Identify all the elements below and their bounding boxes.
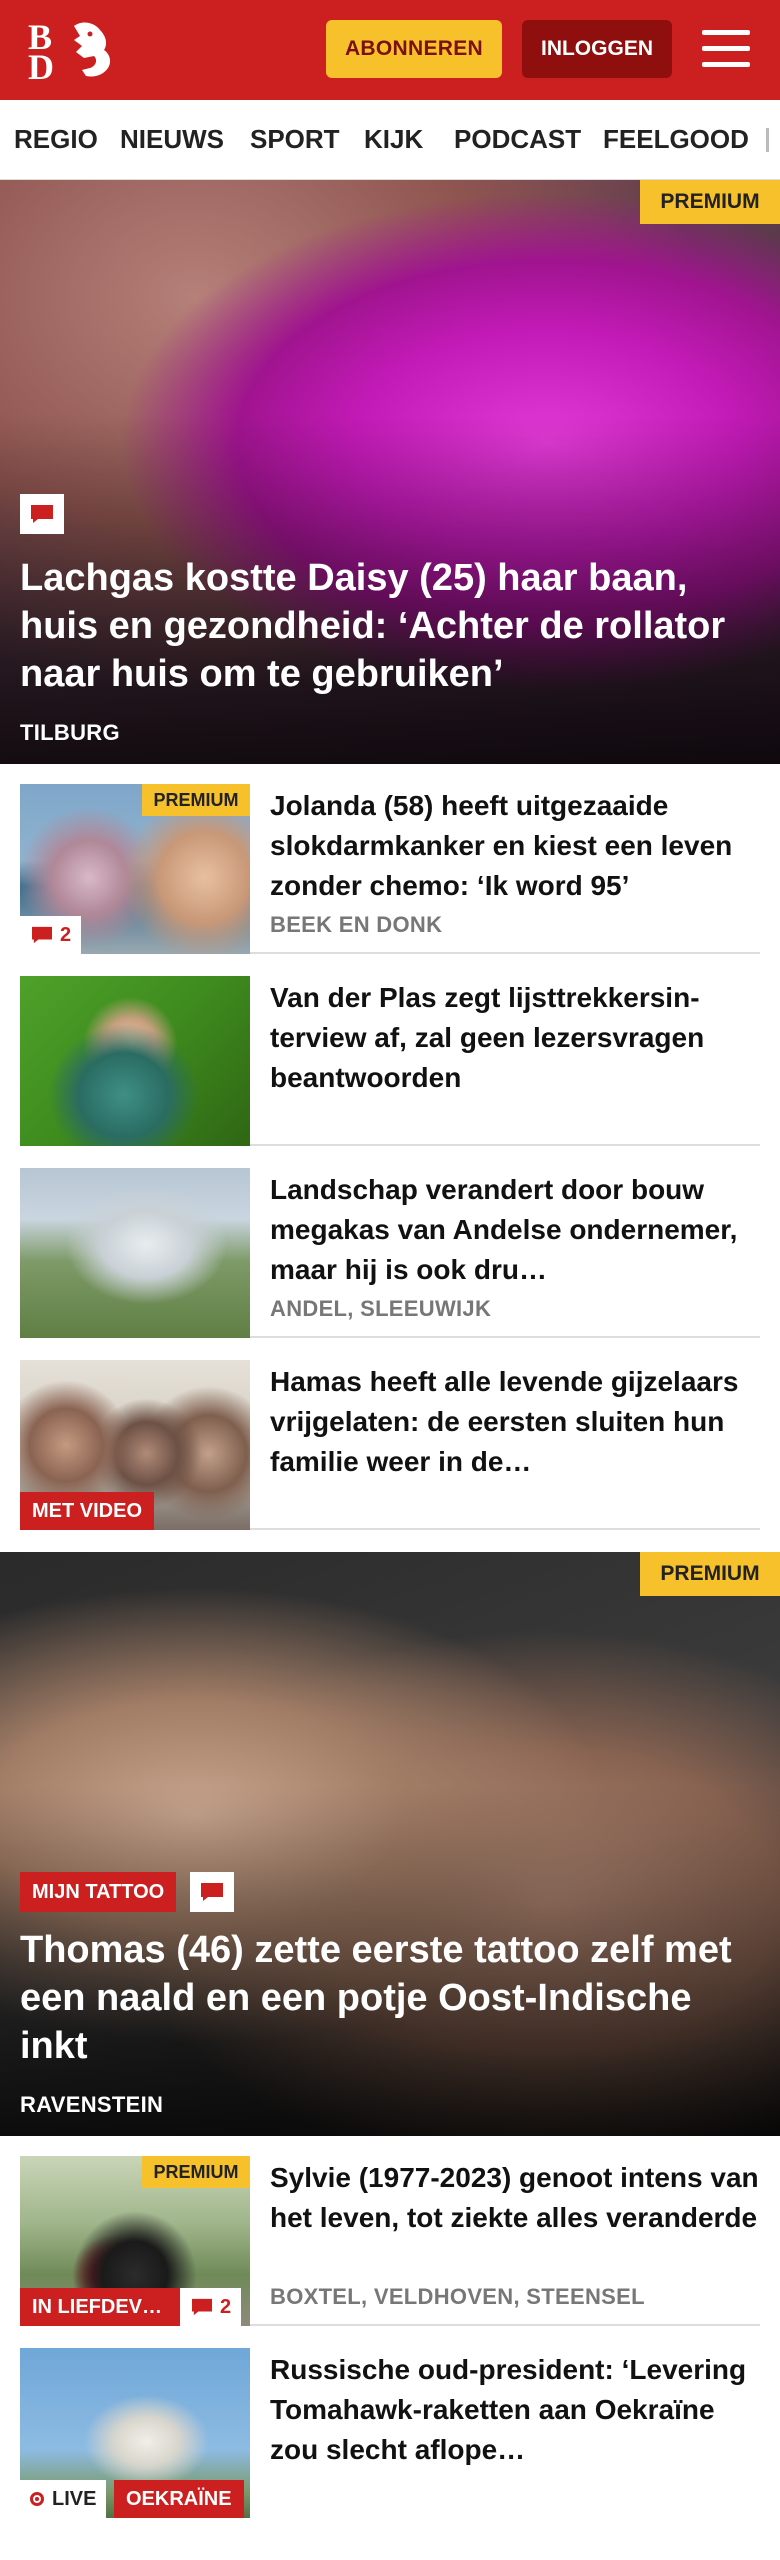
comment-icon — [190, 1872, 234, 1912]
hero-article-1[interactable]: PREMIUM Lachgas kostte Daisy (25) haar b… — [0, 180, 780, 764]
comment-count: 2 — [20, 916, 82, 954]
comment-icon — [20, 494, 64, 534]
comment-icon — [32, 926, 52, 944]
article-location: BEEK EN DONK — [270, 912, 443, 937]
article-thumbnail: PREMIUM 2 — [20, 784, 250, 954]
menu-icon[interactable] — [700, 26, 752, 72]
list-item[interactable]: Van der Plas zegt lijsttrekkersin­tervie… — [20, 976, 760, 1146]
nav-item-sport[interactable]: SPORT — [250, 124, 340, 155]
list-item[interactable]: Landschap verandert door bouw megakas va… — [20, 1168, 760, 1338]
site-logo[interactable]: B D — [24, 14, 120, 87]
login-button[interactable]: INLOGGEN — [522, 20, 672, 78]
live-tag: LIVE — [20, 2480, 107, 2518]
comment-icon — [192, 2298, 212, 2316]
nav-item-nieuws[interactable]: NIEUWS — [120, 124, 224, 155]
logo-letter-d: D — [28, 47, 54, 87]
list-item[interactable]: LIVE OEKRAÏNE Russische oud-president: ‘… — [20, 2348, 760, 2518]
nav-item-podcast[interactable]: PODCAST — [454, 124, 581, 155]
subscribe-button[interactable]: ABONNEREN — [326, 20, 502, 78]
hero-location: TILBURG — [20, 720, 120, 745]
premium-badge: PREMIUM — [142, 784, 250, 816]
nav-item-feelgood[interactable]: FEELGOOD — [603, 124, 749, 155]
article-thumbnail: MET VIDEO — [20, 1360, 250, 1530]
article-thumbnail — [20, 1168, 250, 1338]
nav-item-regio[interactable]: REGIO — [14, 124, 98, 155]
list-item[interactable]: PREMIUM IN LIEFDEV… 2 Sylvie (1977-2023)… — [20, 2156, 760, 2326]
series-tag: IN LIEFDEV… — [20, 2288, 180, 2326]
hero-article-2[interactable]: PREMIUM MIJN TATTOO Thomas (46) zette ee… — [0, 1552, 780, 2136]
video-tag: MET VIDEO — [20, 1492, 155, 1530]
article-title[interactable]: Hamas heeft alle levende gijzelaars vrij… — [270, 1362, 760, 1482]
premium-badge: PREMIUM — [640, 180, 780, 224]
top-bar: B D ABONNEREN INLOGGEN — [0, 0, 780, 100]
lion-emblem-icon — [74, 22, 111, 77]
article-thumbnail: LIVE OEKRAÏNE — [20, 2348, 250, 2518]
list-item[interactable]: PREMIUM 2 Jolanda (58) heeft uitgezaaide… — [20, 784, 760, 954]
article-title[interactable]: Landschap verandert door bouw megakas va… — [270, 1170, 760, 1290]
series-tag[interactable]: MIJN TATTOO — [20, 1872, 177, 1912]
live-dot-icon — [30, 2492, 44, 2506]
article-thumbnail — [20, 976, 250, 1146]
article-title[interactable]: Sylvie (1977-2023) genoot intens van het… — [270, 2158, 760, 2238]
topic-tag: OEKRAÏNE — [114, 2480, 244, 2518]
article-title[interactable]: Van der Plas zegt lijsttrekkersin­tervie… — [270, 978, 760, 1098]
nav-overflow-edge — [766, 128, 769, 152]
comment-count-value: 2 — [60, 923, 72, 946]
hero-title[interactable]: Thomas (46) zette eerste tattoo zelf met… — [20, 1926, 760, 2070]
comment-count-value: 2 — [220, 2295, 232, 2318]
article-location: BOXTEL, VELDHOVEN, STEENSEL — [270, 2284, 645, 2309]
nav-item-kijk[interactable]: KIJK — [364, 124, 423, 155]
section-nav: REGIO NIEUWS SPORT KIJK PODCAST FEELGOOD — [0, 100, 780, 180]
article-title[interactable]: Jolanda (58) heeft uitgezaaide slokdarmk… — [270, 786, 760, 906]
premium-badge: PREMIUM — [142, 2156, 250, 2188]
hero-title[interactable]: Lachgas kostte Daisy (25) haar baan, hui… — [20, 554, 760, 698]
comment-count: 2 — [180, 2288, 242, 2326]
premium-badge: PREMIUM — [640, 1552, 780, 1596]
article-thumbnail: PREMIUM IN LIEFDEV… 2 — [20, 2156, 250, 2326]
article-location: ANDEL, SLEEUWIJK — [270, 1296, 492, 1321]
live-label: LIVE — [52, 2487, 97, 2510]
article-title[interactable]: Russische oud-president: ‘Levering Tomah… — [270, 2350, 760, 2470]
list-item[interactable]: MET VIDEO Hamas heeft alle levende gijze… — [20, 1360, 760, 1530]
hero-location: RAVENSTEIN — [20, 2092, 164, 2117]
